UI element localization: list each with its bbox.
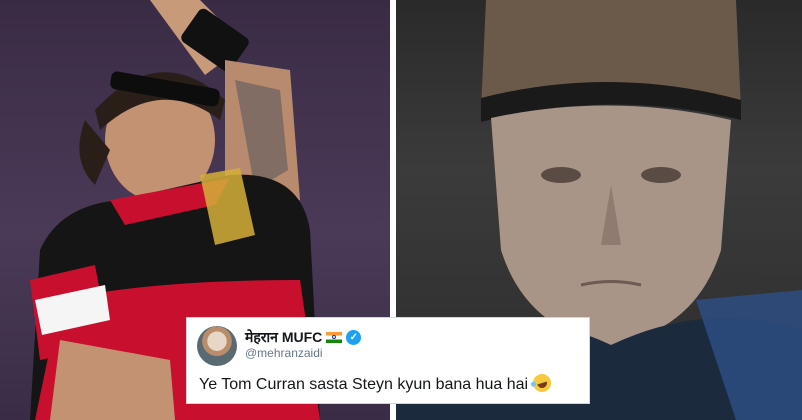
tweet-text: Ye Tom Curran sasta Steyn kyun bana hua … [199,376,529,393]
india-flag-icon [326,332,343,343]
tweet-handle[interactable]: @mehranzaidi [245,346,323,360]
avatar[interactable] [197,326,237,366]
embedded-tweet-card[interactable]: मेहरान MUFC ✓ @mehranzaidi Ye Tom Curran… [186,317,590,404]
tweet-text-row: Ye Tom Curran sasta Steyn kyun bana hua … [199,371,553,395]
rolling-on-floor-laughing-emoji-icon [530,371,553,395]
tweet-author-row: मेहरान MUFC ✓ [245,328,362,347]
tweet-display-name[interactable]: मेहरान MUFC [245,328,322,347]
verified-badge-icon: ✓ [346,330,362,345]
